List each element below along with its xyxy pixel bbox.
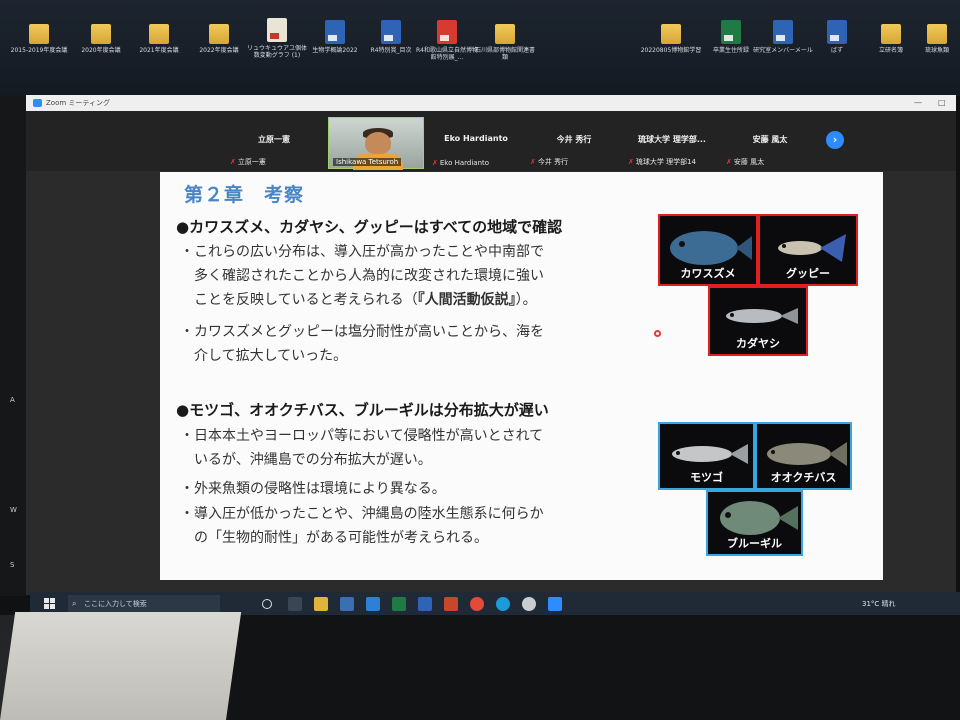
- mail-icon[interactable]: [366, 597, 380, 611]
- edge-icon[interactable]: [496, 597, 510, 611]
- participant-tile[interactable]: 安藤 風太 ✗ 安藤 風太: [722, 117, 818, 169]
- desktop-icon-2022[interactable]: 2022年度会議: [188, 20, 250, 54]
- store-icon[interactable]: [340, 597, 354, 611]
- mic-muted-icon: ✗: [726, 158, 732, 166]
- minimize-icon[interactable]: —: [914, 95, 922, 111]
- weather-widget[interactable]: 31°C 晴れ: [862, 592, 896, 616]
- taskbar-search-input[interactable]: ⌕ ここに入力して検索: [68, 595, 220, 613]
- desktop-icon-lab-mail[interactable]: 研究室メンバーメール: [752, 20, 814, 54]
- task-view-icon[interactable]: [288, 597, 302, 611]
- section-heading-1: ●カワスズメ、カダヤシ、グッピーはすべての地域で確認: [176, 218, 563, 236]
- excel-file-icon: [721, 20, 741, 44]
- zoom-app-icon[interactable]: [548, 597, 562, 611]
- desk-object: [0, 612, 242, 720]
- mic-muted-icon: ✗: [530, 158, 536, 166]
- participant-gallery: 立原一憲 ✗ 立原一憲 Ishikawa Tetsuroh Eko Hardian…: [26, 111, 956, 171]
- monitor-bezel: [226, 615, 960, 720]
- desktop-icon-r4-index[interactable]: R4特別賞_目次: [360, 20, 422, 54]
- fish-photo-guppy: グッピー: [758, 214, 858, 286]
- zoom-titlebar: Zoom ミーティング — □: [26, 95, 956, 111]
- folder-icon: [881, 24, 901, 44]
- mic-muted-icon: ✗: [432, 159, 438, 167]
- fish-photo-kawasuzume: カワスズメ: [658, 214, 758, 286]
- maximize-icon[interactable]: □: [938, 95, 946, 111]
- desktop-icon-ishikawa[interactable]: 石川県部博物館関連書類: [474, 20, 536, 61]
- window-title: Zoom ミーティング: [46, 99, 110, 107]
- desktop-icon-2020[interactable]: 2020年度会議: [70, 20, 132, 54]
- pdf-file-icon: [437, 20, 457, 44]
- bullet-2-3: ・導入圧が低かったことや、沖縄島の陸水生態系に何らか の「生物的耐性」がある可能…: [180, 506, 544, 546]
- chrome-icon[interactable]: [470, 597, 484, 611]
- word-file-icon: [773, 20, 793, 44]
- word-icon[interactable]: [418, 597, 432, 611]
- desktop-left-strip: A W S: [0, 96, 28, 596]
- mic-muted-icon: ✗: [628, 158, 634, 166]
- folder-icon: [661, 24, 681, 44]
- desktop-icon-biology[interactable]: 生物学概論2022: [304, 20, 366, 54]
- search-icon: ⌕: [72, 599, 77, 608]
- desktop: 2015-2019年度会議 2020年度会議 2021年度会議 2022年度会議…: [0, 0, 960, 96]
- desktop-icon-bazu[interactable]: ばず: [806, 20, 868, 54]
- document-icon: [267, 18, 287, 42]
- file-explorer-icon[interactable]: [314, 597, 328, 611]
- settings-icon[interactable]: [522, 597, 536, 611]
- chevron-right-icon[interactable]: ›: [826, 131, 844, 149]
- zoom-icon: [33, 99, 42, 107]
- shared-slide: 第２章 考察 ●カワスズメ、カダヤシ、グッピーはすべての地域で確認 ・これらの広…: [160, 172, 883, 580]
- fish-photo-kadayashi: カダヤシ: [708, 286, 808, 356]
- hypothesis-term: 『人間活動仮説』: [417, 292, 516, 308]
- desktop-icon-ryukyu-fish[interactable]: 琉球魚類: [906, 20, 960, 54]
- folder-icon: [927, 24, 947, 44]
- bullet-1-1: ・これらの広い分布は、導入圧が高かったことや中南部で 多く確認されたことから人為…: [180, 244, 544, 308]
- word-file-icon: [827, 20, 847, 44]
- laser-pointer-icon: [654, 330, 661, 337]
- excel-icon[interactable]: [392, 597, 406, 611]
- bullet-2-1: ・日本本土やヨーロッパ等において侵略性が高いとされて いるが、沖縄島での分布拡大…: [180, 428, 544, 468]
- cortana-icon[interactable]: [262, 599, 272, 609]
- fish-photo-okuchibasu: オオクチバス: [755, 422, 852, 490]
- bullet-2-2: ・外来魚類の侵略性は環境により異なる。: [180, 481, 446, 497]
- folder-icon: [149, 24, 169, 44]
- folder-icon: [209, 24, 229, 44]
- fish-photo-bluegill: ブルーギル: [706, 490, 803, 556]
- section-heading-2: ●モツゴ、オオクチバス、ブルーギルは分布拡大が遅い: [176, 401, 549, 419]
- word-file-icon: [381, 20, 401, 44]
- participant-tile[interactable]: Eko Hardianto ✗ Eko Hardianto: [428, 117, 524, 169]
- fish-photo-motsugo: モツゴ: [658, 422, 755, 490]
- desktop-icon-r4-museum-pdf[interactable]: R4和歌山県立自然博物館特別展_...: [416, 20, 478, 61]
- monitor-screen: 2015-2019年度会議 2020年度会議 2021年度会議 2022年度会議…: [0, 0, 960, 616]
- bullet-1-2: ・カワスズメとグッピーは塩分耐性が高いことから、海を 介して拡大していった。: [180, 324, 544, 364]
- participant-tile[interactable]: 今井 秀行 ✗ 今井 秀行: [526, 117, 622, 169]
- participant-video-tile[interactable]: Ishikawa Tetsuroh: [328, 117, 424, 170]
- desktop-icon-20220805[interactable]: 20220805博物館学習: [640, 20, 702, 54]
- slide-title: 第２章 考察: [184, 184, 305, 206]
- participant-tile[interactable]: 立原一憲 ✗ 立原一憲: [226, 117, 322, 169]
- participant-tile[interactable]: 琉球大学 理学部... ✗ 琉球大学 理学部14: [624, 117, 720, 169]
- zoom-window: Zoom ミーティング — □ 立原一憲 ✗ 立原一憲 Ishikawa Tets…: [26, 95, 956, 595]
- windows-start-icon[interactable]: [44, 598, 56, 610]
- mic-muted-icon: ✗: [230, 158, 236, 166]
- powerpoint-icon[interactable]: [444, 597, 458, 611]
- desktop-icon-2015-2019[interactable]: 2015-2019年度会議: [8, 20, 70, 54]
- folder-icon: [91, 24, 111, 44]
- folder-icon: [29, 24, 49, 44]
- word-file-icon: [325, 20, 345, 44]
- folder-icon: [495, 24, 515, 44]
- desktop-icon-2021[interactable]: 2021年度会議: [128, 20, 190, 54]
- desktop-icon-ayu-graph[interactable]: リュウキュウアユ個体数変動グラフ (1): [246, 18, 308, 59]
